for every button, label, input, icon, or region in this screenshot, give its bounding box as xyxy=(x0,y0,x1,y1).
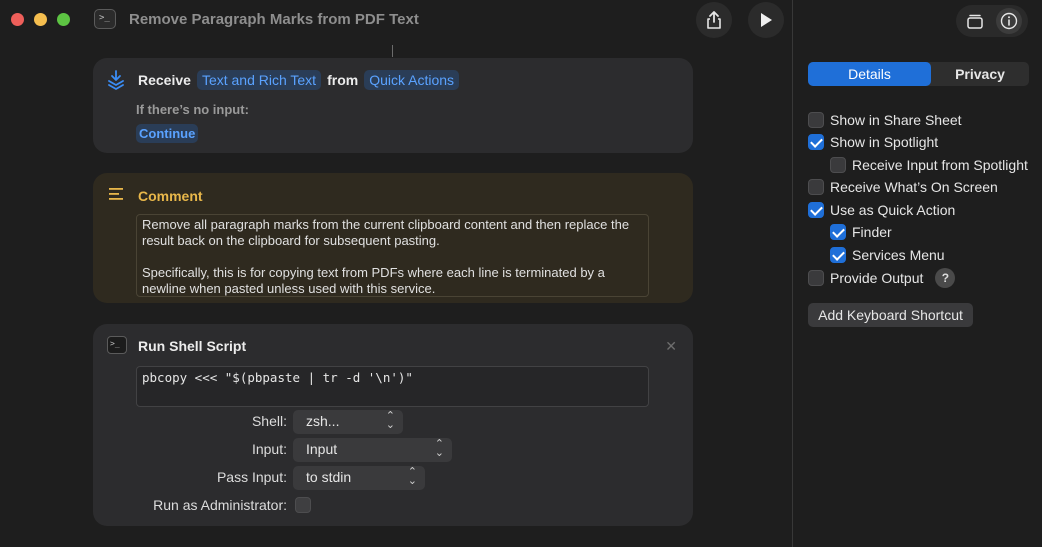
input-value: Input xyxy=(306,441,338,457)
shell-title: Run Shell Script xyxy=(138,338,247,354)
terminal-icon: >_ xyxy=(94,9,116,29)
close-icon[interactable]: ✕ xyxy=(665,338,677,355)
comment-icon xyxy=(109,188,123,200)
checkbox[interactable] xyxy=(808,179,824,195)
receive-label: Receive xyxy=(138,72,191,88)
terminal-icon: >_ xyxy=(107,336,127,354)
maximize-window-button[interactable] xyxy=(57,13,70,26)
pass-input-value: to stdin xyxy=(306,469,352,485)
chevron-updown-icon: ⌃ ⌄ xyxy=(434,438,444,459)
run-as-admin-checkbox[interactable] xyxy=(295,497,311,513)
option-label: Show in Spotlight xyxy=(830,134,939,150)
shell-script-action-card[interactable]: >_ Run Shell Script ✕ pbcopy <<< "$(pbpa… xyxy=(93,324,693,526)
option-show-in-spotlight[interactable]: Show in Spotlight xyxy=(808,134,938,150)
script-editor[interactable]: pbcopy <<< "$(pbpaste | tr -d '\n')" xyxy=(136,366,649,407)
close-window-button[interactable] xyxy=(11,13,24,26)
window-title: Remove Paragraph Marks from PDF Text xyxy=(129,11,419,28)
comment-paragraph: Remove all paragraph marks from the curr… xyxy=(142,217,630,248)
option-receive-whats-on-screen[interactable]: Receive What’s On Screen xyxy=(808,179,998,195)
checkbox[interactable] xyxy=(808,270,824,286)
input-type-token[interactable]: Text and Rich Text xyxy=(196,70,322,90)
option-label: Show in Share Sheet xyxy=(830,112,962,128)
option-finder[interactable]: Finder xyxy=(830,224,892,240)
share-icon xyxy=(707,11,721,29)
sidebar-divider xyxy=(792,0,793,547)
input-popup[interactable]: Input ⌃ ⌄ xyxy=(293,438,452,462)
comment-paragraph: Specifically, this is for copying text f… xyxy=(142,265,605,296)
source-token[interactable]: Quick Actions xyxy=(364,70,460,90)
option-provide-output[interactable]: Provide Output ? xyxy=(808,268,956,288)
share-button[interactable] xyxy=(696,2,732,38)
minimize-window-button[interactable] xyxy=(34,13,47,26)
shell-value: zsh... xyxy=(306,413,340,429)
option-label: Receive What’s On Screen xyxy=(830,179,998,195)
chevron-updown-icon: ⌃ ⌄ xyxy=(407,466,417,487)
option-label: Provide Output xyxy=(830,270,924,286)
admin-label: Run as Administrator: xyxy=(153,497,287,513)
option-show-in-share-sheet[interactable]: Show in Share Sheet xyxy=(808,112,962,128)
checkbox[interactable] xyxy=(808,134,824,150)
checkbox[interactable] xyxy=(808,202,824,218)
play-icon xyxy=(761,13,772,27)
option-label: Finder xyxy=(852,224,892,240)
window-titlebar: >_ Remove Paragraph Marks from PDF Text xyxy=(0,0,793,40)
run-button[interactable] xyxy=(748,2,784,38)
option-use-as-quick-action[interactable]: Use as Quick Action xyxy=(808,202,955,218)
pass-input-popup[interactable]: to stdin ⌃ ⌄ xyxy=(293,466,425,490)
checkbox[interactable] xyxy=(830,157,846,173)
tab-privacy[interactable]: Privacy xyxy=(931,62,1029,86)
library-button[interactable] xyxy=(962,8,988,34)
option-receive-input-from-spotlight[interactable]: Receive Input from Spotlight xyxy=(830,157,1028,173)
comment-title: Comment xyxy=(138,188,203,204)
chevron-updown-icon: ⌃ ⌄ xyxy=(385,410,395,431)
comment-text-area[interactable]: Remove all paragraph marks from the curr… xyxy=(136,214,649,297)
no-input-action-token[interactable]: Continue xyxy=(136,124,199,143)
sidebar-toolbar xyxy=(956,5,1028,37)
input-label: Input: xyxy=(251,441,287,457)
option-services-menu[interactable]: Services Menu xyxy=(830,247,945,263)
checkbox[interactable] xyxy=(830,247,846,263)
comment-action-card[interactable]: Comment Remove all paragraph marks from … xyxy=(93,173,693,303)
option-label: Receive Input from Spotlight xyxy=(852,157,1028,173)
add-keyboard-shortcut-button[interactable]: Add Keyboard Shortcut xyxy=(808,303,973,327)
library-icon xyxy=(967,14,983,29)
info-button[interactable] xyxy=(996,8,1022,34)
checkbox[interactable] xyxy=(830,224,846,240)
help-button[interactable]: ? xyxy=(935,268,956,288)
receive-row: Receive Text and Rich Text from Quick Ac… xyxy=(138,70,460,90)
sidebar-tabs: Details Privacy xyxy=(808,62,1029,86)
info-icon xyxy=(1000,12,1018,30)
shell-popup[interactable]: zsh... ⌃ ⌄ xyxy=(293,410,403,434)
checkbox[interactable] xyxy=(808,112,824,128)
option-label: Services Menu xyxy=(852,247,945,263)
receive-action-card[interactable]: Receive Text and Rich Text from Quick Ac… xyxy=(93,58,693,153)
receive-icon xyxy=(108,70,124,90)
no-input-label: If there’s no input: xyxy=(136,102,249,117)
tab-details[interactable]: Details xyxy=(808,62,931,86)
action-connector xyxy=(392,45,393,57)
from-label: from xyxy=(327,72,359,88)
option-label: Use as Quick Action xyxy=(830,202,956,218)
pass-input-label: Pass Input: xyxy=(216,469,287,485)
shell-label: Shell: xyxy=(251,413,287,429)
